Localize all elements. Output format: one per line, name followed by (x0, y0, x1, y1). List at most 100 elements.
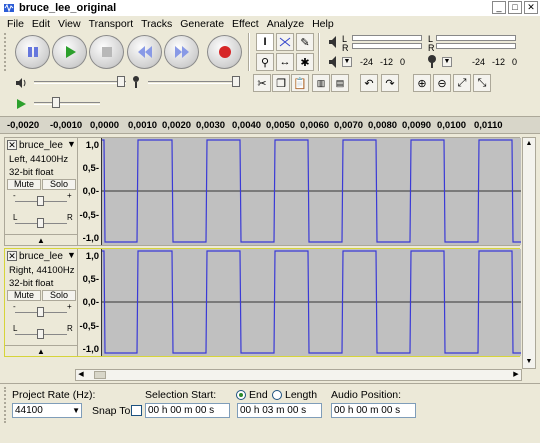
undo-button[interactable]: ↶ (360, 74, 378, 92)
record-button[interactable] (207, 35, 242, 69)
scroll-down-arrow[interactable]: ▼ (523, 356, 535, 368)
mute-button[interactable]: Mute (7, 179, 41, 190)
track-close-button[interactable]: ✕ (7, 140, 17, 150)
trim-button[interactable]: ▥ (312, 74, 330, 92)
end-field[interactable]: 00 h 03 m 00 s (237, 403, 322, 418)
scale-label: -1,0 (82, 233, 99, 244)
audio-track-right[interactable]: ✕ bruce_lee ▼ Right, 44100Hz 32-bit floa… (4, 248, 521, 357)
multi-tool-button[interactable]: ✱ (296, 53, 314, 71)
track-name[interactable]: bruce_lee (19, 140, 63, 151)
snap-to-checkbox[interactable] (131, 405, 142, 416)
track-close-button[interactable]: ✕ (7, 251, 17, 261)
redo-button[interactable]: ↷ (381, 74, 399, 92)
toolbar-grip[interactable] (4, 387, 7, 423)
audio-position-field[interactable]: 00 h 00 m 00 s (331, 403, 416, 418)
zoom-out-button[interactable]: ⊖ (433, 74, 451, 92)
horizontal-scrollbar[interactable]: ◀ ▶ (75, 369, 522, 381)
scroll-right-arrow[interactable]: ▶ (511, 370, 521, 380)
play-speed-icon (17, 99, 26, 109)
play-speed-slider[interactable] (34, 102, 100, 105)
menu-bar: File Edit View Transport Tracks Generate… (0, 16, 540, 31)
skip-start-button[interactable] (127, 35, 162, 69)
scale-label: 0,5- (82, 274, 99, 285)
record-volume-slider[interactable] (148, 81, 240, 84)
menu-tracks[interactable]: Tracks (138, 18, 177, 30)
ruler-tick: 0,0010 (128, 120, 158, 131)
scroll-left-arrow[interactable]: ◀ (76, 370, 86, 380)
waveform-right[interactable] (102, 249, 521, 356)
menu-generate[interactable]: Generate (177, 18, 229, 30)
close-button[interactable]: ✕ (524, 1, 538, 14)
volume-icon (16, 78, 26, 88)
skip-end-button[interactable] (164, 35, 199, 69)
timeline-ruler[interactable]: -0,0020 -0,0010 0,0000 0,0010 0,0020 0,0… (0, 116, 540, 134)
cut-button[interactable]: ✂ (253, 74, 271, 92)
menu-edit[interactable]: Edit (29, 18, 55, 30)
play-speed-thumb[interactable] (52, 97, 60, 108)
envelope-tool-button[interactable] (276, 33, 294, 51)
mute-button[interactable]: Mute (7, 290, 41, 301)
zoom-tool-button[interactable]: ⚲ (256, 53, 274, 71)
pan-slider-thumb[interactable] (37, 329, 44, 339)
collapse-track-button[interactable]: ▲ (5, 345, 77, 357)
audio-track-left[interactable]: ✕ bruce_lee ▼ Left, 44100Hz 32-bit float… (4, 137, 521, 246)
menu-view[interactable]: View (55, 18, 86, 30)
fit-selection-button[interactable]: ⤢ (453, 74, 471, 92)
ruler-tick: 0,0020 (162, 120, 192, 131)
solo-button[interactable]: Solo (42, 290, 76, 301)
paste-button[interactable]: 📋 (291, 74, 309, 92)
draw-tool-button[interactable]: ✎ (296, 33, 314, 51)
end-radio[interactable] (236, 390, 246, 400)
play-button[interactable] (52, 35, 87, 69)
waveform-left[interactable] (102, 138, 521, 245)
timeshift-tool-button[interactable]: ↔ (276, 53, 294, 71)
track-menu-dropdown[interactable]: ▼ (67, 250, 76, 260)
project-rate-select[interactable]: 44100 ▼ (12, 403, 82, 418)
track-menu-dropdown[interactable]: ▼ (67, 139, 76, 149)
playback-volume-thumb[interactable] (117, 76, 125, 87)
menu-help[interactable]: Help (309, 18, 339, 30)
menu-file[interactable]: File (4, 18, 29, 30)
selection-start-field[interactable]: 00 h 00 m 00 s (145, 403, 230, 418)
pause-button[interactable] (15, 35, 50, 69)
pan-right-label: R (67, 213, 73, 222)
zoom-in-button[interactable]: ⊕ (413, 74, 431, 92)
fit-project-button[interactable]: ⤡ (473, 74, 491, 92)
scale-label: 1,0 (85, 251, 99, 262)
copy-button[interactable]: ❐ (272, 74, 290, 92)
gain-slider-thumb[interactable] (37, 196, 44, 206)
vertical-scrollbar[interactable]: ▲ ▼ (522, 137, 536, 369)
silence-button[interactable]: ▤ (331, 74, 349, 92)
title-bar: bruce_lee_original _ □ ✕ (0, 0, 540, 16)
maximize-button[interactable]: □ (508, 1, 522, 14)
horizontal-scroll-thumb[interactable] (94, 371, 106, 379)
app-icon (4, 3, 14, 13)
stop-button[interactable] (89, 35, 124, 69)
track-info-format: 32-bit float (9, 278, 54, 289)
minimize-button[interactable]: _ (492, 1, 506, 14)
scroll-up-arrow[interactable]: ▲ (523, 138, 535, 150)
playback-volume-slider[interactable] (34, 81, 126, 84)
play-icon (65, 46, 76, 58)
play-at-speed-button[interactable] (12, 95, 30, 113)
length-radio[interactable] (272, 390, 282, 400)
ruler-tick: 0,0090 (402, 120, 432, 131)
track-name[interactable]: bruce_lee (19, 251, 63, 262)
menu-analyze[interactable]: Analyze (264, 18, 309, 30)
collapse-track-button[interactable]: ▲ (5, 234, 77, 246)
vertical-ruler: 1,0 0,5- 0,0- -0,5- -1,0 (78, 138, 102, 245)
rec-meter-tick-0: 0 (512, 57, 518, 67)
end-value: 00 h 03 m 00 s (240, 405, 307, 416)
menu-effect[interactable]: Effect (229, 18, 264, 30)
project-rate-value: 44100 (15, 405, 43, 416)
toolbar-grip[interactable] (4, 33, 8, 71)
scale-label: 0,0- (82, 186, 99, 197)
record-volume-thumb[interactable] (232, 76, 240, 87)
menu-transport[interactable]: Transport (86, 18, 139, 30)
solo-button[interactable]: Solo (42, 179, 76, 190)
pan-slider-thumb[interactable] (37, 218, 44, 228)
play-meter-dropdown[interactable]: ▼ (342, 57, 352, 67)
selection-tool-button[interactable]: I (256, 33, 274, 51)
rec-meter-dropdown[interactable]: ▼ (442, 57, 452, 67)
gain-slider-thumb[interactable] (37, 307, 44, 317)
